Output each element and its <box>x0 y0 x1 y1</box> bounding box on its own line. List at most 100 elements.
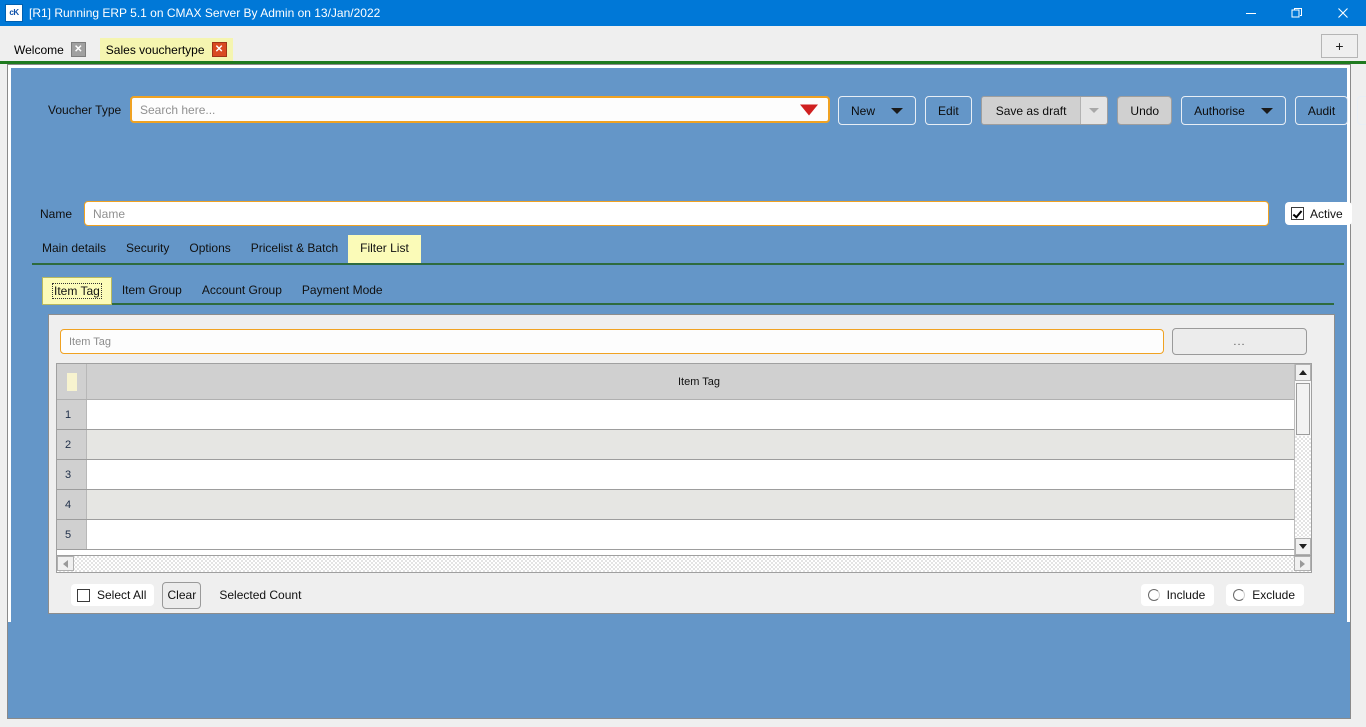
plus-icon: + <box>1335 38 1344 54</box>
scroll-up-button[interactable] <box>1295 364 1311 381</box>
voucher-type-label: Voucher Type <box>48 102 122 117</box>
row-number: 5 <box>57 520 87 549</box>
save-as-draft-button[interactable]: Save as draft <box>981 97 1081 124</box>
name-placeholder: Name <box>93 206 126 221</box>
selected-count-label: Selected Count <box>219 588 302 602</box>
item-tag-input[interactable]: Item Tag <box>60 329 1164 354</box>
close-icon[interactable]: ✕ <box>70 42 86 57</box>
subtab-item-group-label: Item Group <box>121 283 182 297</box>
tab-sales-vouchertype[interactable]: Sales vouchertype ✕ <box>99 38 233 61</box>
scroll-left-button[interactable] <box>57 556 74 571</box>
grid-header-row: Item Tag <box>57 364 1311 400</box>
table-row[interactable]: 1 <box>57 400 1311 430</box>
subtab-item-tag-label: Item Tag <box>52 283 102 299</box>
scroll-right-button[interactable] <box>1294 556 1311 571</box>
active-label: Active <box>1310 206 1343 221</box>
grid-select-all-corner[interactable] <box>57 364 87 399</box>
scroll-thumb[interactable] <box>1296 383 1310 435</box>
new-button-label: New <box>851 103 876 118</box>
grid-horizontal-scrollbar[interactable] <box>56 556 1312 573</box>
scroll-track[interactable] <box>1295 436 1311 537</box>
exclude-radio[interactable]: Exclude <box>1226 584 1304 606</box>
main-tab-bar: Main details Security Options Pricelist … <box>32 235 1344 265</box>
edit-button[interactable]: Edit <box>925 96 972 125</box>
grid-vertical-scrollbar[interactable] <box>1294 364 1311 555</box>
clear-button-label: Clear <box>167 588 197 602</box>
row-cell-item-tag[interactable] <box>87 490 1311 519</box>
tab-welcome[interactable]: Welcome ✕ <box>8 38 92 61</box>
item-tag-placeholder: Item Tag <box>69 335 111 348</box>
include-radio[interactable]: Include <box>1140 584 1215 606</box>
radio-icon[interactable] <box>1233 589 1246 601</box>
form-outer-frame: Voucher Type Search here... New Edit Sav… <box>7 64 1366 719</box>
row-cell-item-tag[interactable] <box>87 460 1311 489</box>
radio-icon[interactable] <box>1147 589 1160 601</box>
form-blue-panel: Voucher Type Search here... New Edit Sav… <box>8 68 1366 718</box>
tab-filter-list[interactable]: Filter List <box>348 235 421 263</box>
voucher-type-search-input[interactable]: Search here... <box>130 96 830 123</box>
scroll-down-button[interactable] <box>1295 538 1311 555</box>
subtab-item-tag[interactable]: Item Tag <box>42 277 112 305</box>
tab-security-label: Security <box>126 241 170 255</box>
form-empty-area <box>8 622 1350 718</box>
table-row[interactable]: 5 <box>57 520 1311 550</box>
item-tag-browse-button[interactable]: ... <box>1172 328 1307 355</box>
tab-pricelist-batch-label: Pricelist & Batch <box>250 241 339 255</box>
tab-options-label: Options <box>189 241 231 255</box>
name-row: Name Name <box>40 201 1269 226</box>
new-button[interactable]: New <box>838 96 917 125</box>
checkbox-icon[interactable] <box>77 588 90 602</box>
chevron-down-icon[interactable] <box>800 104 818 115</box>
item-tag-search-row: Item Tag ... <box>60 328 1307 355</box>
edit-button-label: Edit <box>938 103 959 118</box>
authorise-button-label: Authorise <box>1194 103 1245 118</box>
table-row[interactable]: 3 <box>57 460 1311 490</box>
subtab-payment-mode[interactable]: Payment Mode <box>292 277 393 303</box>
checkbox-icon[interactable] <box>1291 207 1304 220</box>
row-cell-item-tag[interactable] <box>87 400 1311 429</box>
table-row[interactable]: 4 <box>57 490 1311 520</box>
restore-button[interactable] <box>1274 0 1320 26</box>
tab-sales-vouchertype-label: Sales vouchertype <box>105 42 205 57</box>
subtab-payment-mode-label: Payment Mode <box>301 283 383 297</box>
save-as-draft-dropdown-button[interactable] <box>1080 97 1108 124</box>
template-button[interactable]: Template <box>1357 96 1366 125</box>
subtab-account-group-label: Account Group <box>201 283 282 297</box>
save-as-draft-split-button[interactable]: Save as draft <box>980 96 1109 125</box>
chevron-down-icon <box>891 107 904 114</box>
close-button[interactable] <box>1320 0 1366 26</box>
row-number: 4 <box>57 490 87 519</box>
row-number: 1 <box>57 400 87 429</box>
select-all-checkbox[interactable]: Select All <box>71 584 155 606</box>
row-number: 2 <box>57 430 87 459</box>
subtab-account-group[interactable]: Account Group <box>192 277 292 303</box>
table-row[interactable]: 2 <box>57 430 1311 460</box>
tab-pricelist-batch[interactable]: Pricelist & Batch <box>241 235 348 262</box>
row-cell-item-tag[interactable] <box>87 430 1311 459</box>
undo-button[interactable]: Undo <box>1117 96 1173 125</box>
audit-button[interactable]: Audit <box>1294 96 1349 125</box>
grid-column-header-item-tag[interactable]: Item Tag <box>87 364 1311 399</box>
item-tag-browse-label: ... <box>1233 335 1246 348</box>
tab-security[interactable]: Security <box>116 235 179 262</box>
new-tab-button[interactable]: + <box>1321 34 1358 58</box>
row-cell-item-tag[interactable] <box>87 520 1311 549</box>
subtab-item-group[interactable]: Item Group <box>112 277 192 303</box>
audit-button-label: Audit <box>1307 103 1336 118</box>
active-checkbox[interactable]: Active <box>1285 202 1352 225</box>
window-title: [R1] Running ERP 5.1 on CMAX Server By A… <box>29 6 381 20</box>
tab-main-details-label: Main details <box>42 241 107 255</box>
tab-main-details[interactable]: Main details <box>32 235 116 262</box>
close-icon[interactable]: ✕ <box>211 42 227 57</box>
voucher-type-row: Voucher Type Search here... <box>48 96 830 123</box>
name-input[interactable]: Name <box>84 201 1269 226</box>
minimize-button[interactable] <box>1228 0 1274 26</box>
app-icon: cK <box>5 4 23 22</box>
chevron-down-icon <box>1260 107 1273 114</box>
authorise-button[interactable]: Authorise <box>1181 96 1286 125</box>
item-tag-grid[interactable]: Item Tag 1 2 3 4 5 <box>56 363 1312 556</box>
document-tab-strip: Welcome ✕ Sales vouchertype ✕ + <box>0 26 1366 61</box>
tab-options[interactable]: Options <box>179 235 240 262</box>
clear-button[interactable]: Clear <box>162 581 202 609</box>
include-label: Include <box>1166 588 1206 602</box>
